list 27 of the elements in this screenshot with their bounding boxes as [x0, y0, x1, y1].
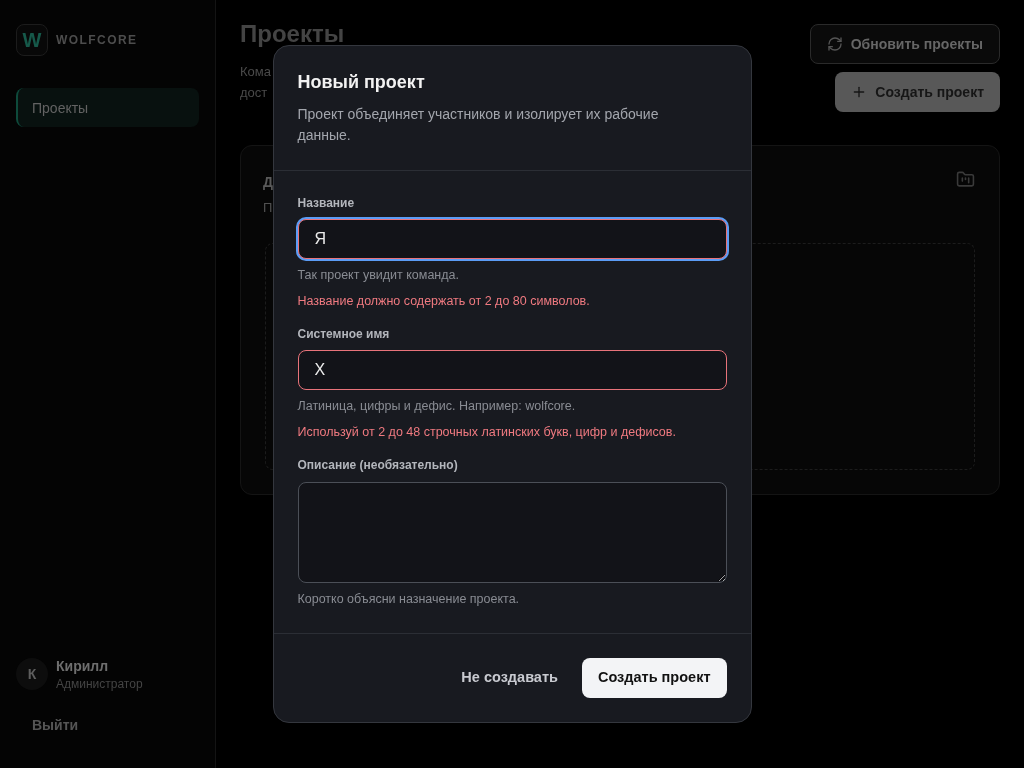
user-role: Администратор — [56, 676, 143, 692]
card-title: Д — [263, 173, 273, 192]
field-label: Системное имя — [297, 326, 390, 342]
description-field[interactable] — [297, 482, 727, 583]
refresh-icon — [826, 36, 843, 52]
logo-name: WOLFCORE — [56, 32, 138, 48]
user-name: Кирилл — [56, 657, 109, 676]
text-field[interactable]: Я — [297, 219, 727, 259]
page-description: дост — [240, 84, 268, 102]
card-subtitle: П — [263, 199, 273, 217]
page-description: Кома — [240, 63, 271, 81]
field-label: Название — [297, 195, 355, 211]
page-title: Проекты — [240, 20, 345, 48]
field-hint: Коротко объясни назначение проекта. — [297, 591, 520, 607]
field-hint: Латиница, цифры и дефис. Например: wolfcore. — [297, 398, 576, 414]
cancel-button[interactable]: Не создавать — [445, 658, 574, 698]
text-field[interactable]: X — [297, 350, 727, 390]
logo-mark: W — [16, 24, 48, 56]
create-project-submit-button[interactable]: Создать проект — [581, 658, 727, 698]
dialog-title: Новый проект — [297, 71, 425, 94]
field-error: Используй от 2 до 48 строчных латинских букв, цифр и дефисов. — [297, 424, 676, 440]
field-label: Описание (необязательно) — [297, 457, 458, 473]
user-avatar: К — [16, 658, 48, 690]
folder-icon — [956, 170, 975, 189]
field-error: Название должно содержать от 2 до 80 символов. — [297, 293, 590, 309]
dialog-description: Проект объединяет участников и изолирует их рабочие данные. — [297, 105, 660, 145]
field-hint: Так проект увидит команда. — [297, 267, 459, 283]
